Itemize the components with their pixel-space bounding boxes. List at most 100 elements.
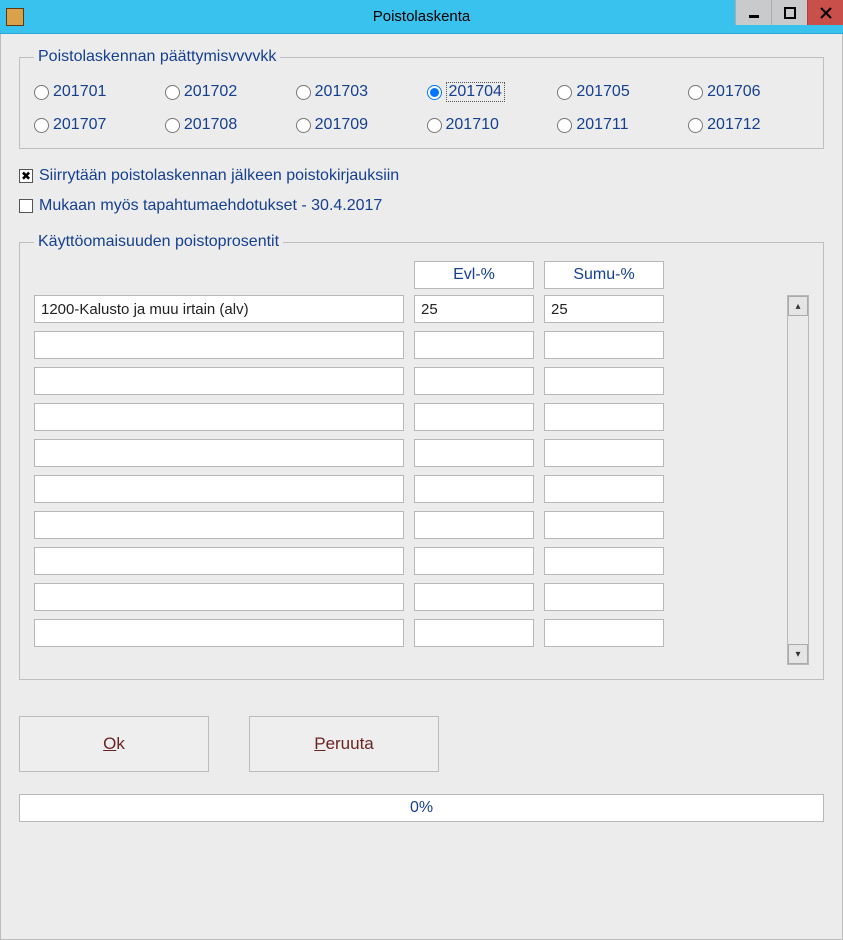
evl-input[interactable]	[414, 439, 534, 467]
evl-input[interactable]	[414, 583, 534, 611]
button-row: Ok Peruuta	[19, 716, 824, 772]
check-goto-bookings-label: Siirrytään poistolaskennan jälkeen poist…	[39, 167, 399, 185]
period-label: 201705	[576, 83, 629, 101]
desc-input[interactable]	[34, 403, 404, 431]
desc-input[interactable]	[34, 583, 404, 611]
period-radio-201712[interactable]	[688, 118, 703, 133]
evl-input[interactable]	[414, 403, 534, 431]
period-label: 201701	[53, 83, 106, 101]
scroll-down-arrow-icon[interactable]: ▾	[788, 644, 808, 664]
period-option-201710[interactable]: 201710	[427, 116, 548, 134]
sumu-input[interactable]	[544, 475, 664, 503]
check-include-proposals[interactable]: Mukaan myös tapahtumaehdotukset - 30.4.2…	[19, 197, 824, 215]
header-evl: Evl-%	[414, 261, 534, 289]
ok-button[interactable]: Ok	[19, 716, 209, 772]
table-row	[34, 439, 777, 467]
minimize-button[interactable]	[735, 0, 771, 25]
cancel-button[interactable]: Peruuta	[249, 716, 439, 772]
sumu-input[interactable]	[544, 367, 664, 395]
evl-input[interactable]	[414, 511, 534, 539]
table-row	[34, 367, 777, 395]
check-goto-bookings[interactable]: ✖ Siirrytään poistolaskennan jälkeen poi…	[19, 167, 824, 185]
table-row	[34, 475, 777, 503]
sumu-input[interactable]	[544, 403, 664, 431]
table-row	[34, 619, 777, 647]
period-radio-201710[interactable]	[427, 118, 442, 133]
period-radio-201704[interactable]	[427, 85, 442, 100]
period-option-201702[interactable]: 201702	[165, 82, 286, 102]
desc-input[interactable]	[34, 547, 404, 575]
period-option-201711[interactable]: 201711	[557, 116, 678, 134]
period-option-201705[interactable]: 201705	[557, 82, 678, 102]
sumu-input[interactable]	[544, 331, 664, 359]
close-icon	[820, 7, 832, 19]
period-label: 201704	[446, 82, 505, 102]
period-option-201701[interactable]: 201701	[34, 82, 155, 102]
period-option-201707[interactable]: 201707	[34, 116, 155, 134]
header-sumu: Sumu-%	[544, 261, 664, 289]
vertical-scrollbar[interactable]: ▴ ▾	[787, 295, 809, 665]
window-title: Poistolaskenta	[373, 8, 471, 25]
period-option-201712[interactable]: 201712	[688, 116, 809, 134]
period-radio-201701[interactable]	[34, 85, 49, 100]
window-controls	[735, 0, 843, 25]
period-label: 201711	[576, 116, 628, 134]
period-label: 201702	[184, 83, 237, 101]
maximize-icon	[784, 7, 796, 19]
period-label: 201707	[53, 116, 106, 134]
sumu-input[interactable]	[544, 583, 664, 611]
close-button[interactable]	[807, 0, 843, 25]
desc-input[interactable]	[34, 475, 404, 503]
period-option-201709[interactable]: 201709	[296, 116, 417, 134]
progress-bar: 0%	[19, 794, 824, 822]
sumu-input[interactable]	[544, 439, 664, 467]
period-radio-201711[interactable]	[557, 118, 572, 133]
evl-input[interactable]	[414, 475, 534, 503]
period-radio-201709[interactable]	[296, 118, 311, 133]
percent-rows	[34, 295, 777, 655]
table-row	[34, 295, 777, 323]
period-fieldset: Poistolaskennan päättymisvvvvkk 201701 2…	[19, 48, 824, 149]
evl-input[interactable]	[414, 295, 534, 323]
evl-input[interactable]	[414, 331, 534, 359]
sumu-input[interactable]	[544, 619, 664, 647]
period-radio-201708[interactable]	[165, 118, 180, 133]
period-option-201704[interactable]: 201704	[427, 82, 548, 102]
desc-input[interactable]	[34, 439, 404, 467]
desc-input[interactable]	[34, 511, 404, 539]
evl-input[interactable]	[414, 619, 534, 647]
period-label: 201708	[184, 116, 237, 134]
minimize-icon	[748, 7, 760, 19]
ok-button-label: O	[103, 734, 116, 753]
evl-input[interactable]	[414, 547, 534, 575]
period-label: 201706	[707, 83, 760, 101]
period-label: 201710	[446, 116, 499, 134]
desc-input[interactable]	[34, 619, 404, 647]
period-option-201708[interactable]: 201708	[165, 116, 286, 134]
desc-input[interactable]	[34, 295, 404, 323]
sumu-input[interactable]	[544, 511, 664, 539]
progress-text: 0%	[410, 799, 433, 817]
period-option-201703[interactable]: 201703	[296, 82, 417, 102]
maximize-button[interactable]	[771, 0, 807, 25]
period-radio-201702[interactable]	[165, 85, 180, 100]
scroll-up-arrow-icon[interactable]: ▴	[788, 296, 808, 316]
percent-headers: Evl-% Sumu-%	[34, 261, 809, 289]
period-option-201706[interactable]: 201706	[688, 82, 809, 102]
period-label: 201712	[707, 116, 760, 134]
checkbox-icon: ✖	[19, 169, 33, 183]
period-radio-201703[interactable]	[296, 85, 311, 100]
sumu-input[interactable]	[544, 295, 664, 323]
period-radio-201707[interactable]	[34, 118, 49, 133]
percent-body: ▴ ▾	[34, 295, 809, 665]
desc-input[interactable]	[34, 331, 404, 359]
period-radio-201706[interactable]	[688, 85, 703, 100]
percent-fieldset: Käyttöomaisuuden poistoprosentit Evl-% S…	[19, 233, 824, 680]
app-icon	[6, 8, 24, 26]
table-row	[34, 331, 777, 359]
sumu-input[interactable]	[544, 547, 664, 575]
checkbox-icon	[19, 199, 33, 213]
desc-input[interactable]	[34, 367, 404, 395]
evl-input[interactable]	[414, 367, 534, 395]
period-radio-201705[interactable]	[557, 85, 572, 100]
